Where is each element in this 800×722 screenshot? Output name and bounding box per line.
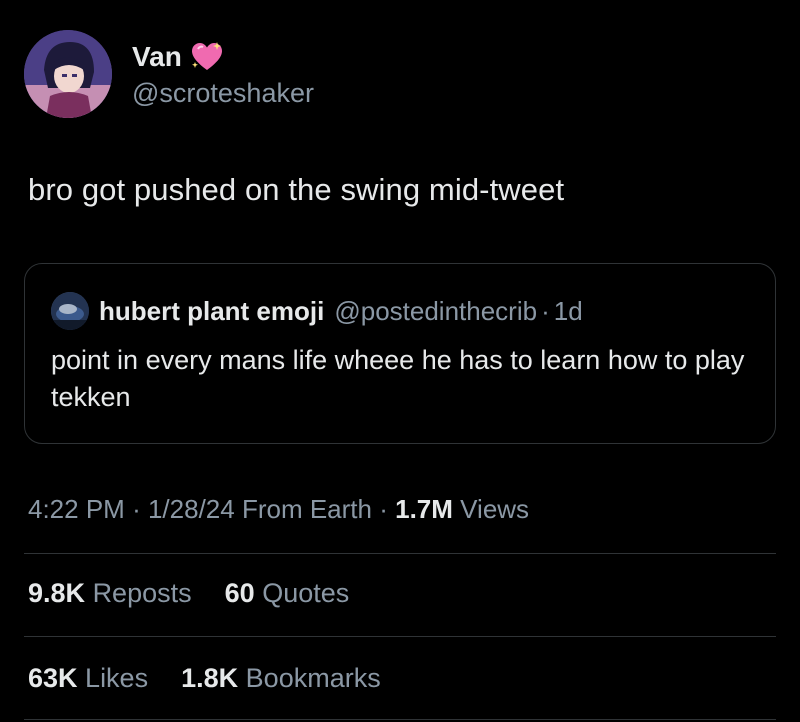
avatar[interactable] — [24, 30, 112, 118]
bookmarks-stat[interactable]: 1.8K Bookmarks — [181, 663, 381, 693]
divider — [24, 636, 776, 637]
likes-bookmarks-row: 63K Likes 1.8K Bookmarks — [28, 663, 381, 694]
tweet-source: From Earth — [241, 494, 372, 524]
quoted-avatar[interactable] — [51, 292, 89, 330]
divider — [24, 553, 776, 554]
quotes-count: 60 — [224, 578, 255, 608]
reposts-label: Reposts — [92, 578, 192, 608]
tweet-text: bro got pushed on the swing mid-tweet — [28, 172, 565, 207]
tweet-time[interactable]: 4:22 PM — [28, 494, 125, 524]
tweet-detail: Van @scroteshaker bro got pushed on the … — [0, 0, 800, 722]
author-name-row[interactable]: Van — [132, 40, 224, 74]
quoted-tweet-header: hubert plant emoji @postedinthecrib · 1d — [51, 292, 583, 330]
reposts-quotes-row: 9.8K Reposts 60 Quotes — [28, 578, 349, 609]
sparkling-heart-icon — [190, 40, 224, 74]
tweet-meta: 4:22 PM · 1/28/24 From Earth · 1.7M View… — [28, 494, 529, 525]
quotes-label: Quotes — [262, 578, 350, 608]
bookmarks-label: Bookmarks — [245, 663, 381, 693]
quoted-handle[interactable]: @postedinthecrib — [334, 296, 537, 327]
likes-count: 63K — [28, 663, 78, 693]
views-label: Views — [460, 494, 530, 524]
quotes-stat[interactable]: 60 Quotes — [225, 578, 350, 608]
reposts-stat[interactable]: 9.8K Reposts — [28, 578, 199, 608]
bookmarks-count: 1.8K — [181, 663, 239, 693]
author-handle[interactable]: @scroteshaker — [132, 78, 314, 109]
meta-separator: · — [379, 494, 388, 524]
likes-stat[interactable]: 63K Likes — [28, 663, 156, 693]
quoted-display-name[interactable]: hubert plant emoji — [99, 296, 324, 327]
reposts-count: 9.8K — [28, 578, 86, 608]
views-count: 1.7M — [395, 494, 453, 524]
meta-separator: · — [132, 494, 141, 524]
quoted-tweet-text: point in every mans life wheee he has to… — [51, 345, 745, 412]
likes-label: Likes — [85, 663, 149, 693]
tweet-date[interactable]: 1/28/24 — [148, 494, 235, 524]
quoted-separator: · — [541, 295, 550, 326]
divider — [24, 719, 776, 720]
quoted-timestamp[interactable]: 1d — [554, 296, 583, 327]
avatar-image — [24, 30, 112, 118]
display-name[interactable]: Van — [132, 41, 182, 73]
quoted-tweet-card[interactable]: hubert plant emoji @postedinthecrib · 1d… — [24, 263, 776, 444]
